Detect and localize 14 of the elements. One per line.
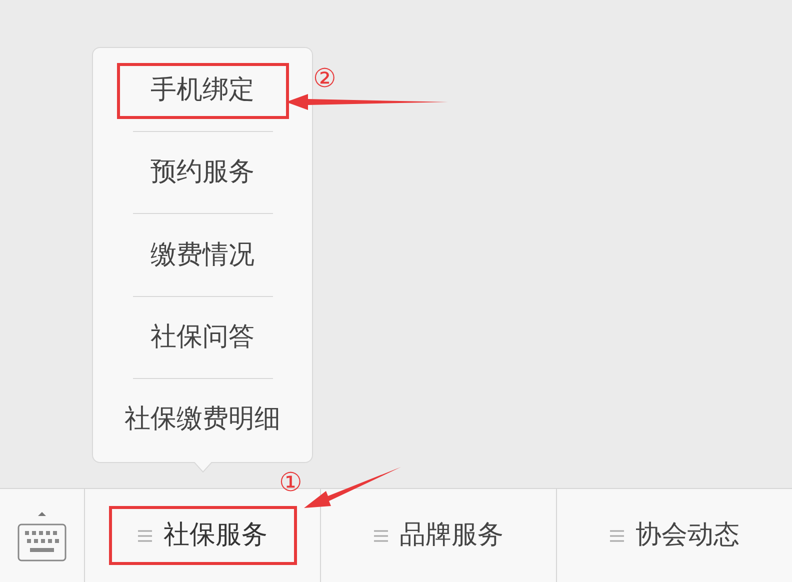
menu-item[interactable]: 缴费情况 <box>116 227 288 283</box>
menu-tab[interactable]: 品牌服务 <box>344 506 532 565</box>
menu-tab[interactable]: 社保服务 <box>108 506 296 565</box>
menu-item[interactable]: 预约服务 <box>116 144 288 201</box>
annotation-number: ② <box>313 66 336 92</box>
menu-icon <box>610 530 624 542</box>
annotation-number: ① <box>279 470 302 496</box>
menu-item[interactable]: 手机绑定 <box>116 62 288 119</box>
menu-item[interactable]: 社保缴费明细 <box>116 391 288 448</box>
menu-icon <box>374 530 388 542</box>
keyboard-icon[interactable] <box>17 510 67 562</box>
menu-tab[interactable]: 协会动态 <box>580 506 768 565</box>
menu-item[interactable]: 社保问答 <box>116 309 288 366</box>
menu-icon <box>138 530 152 542</box>
